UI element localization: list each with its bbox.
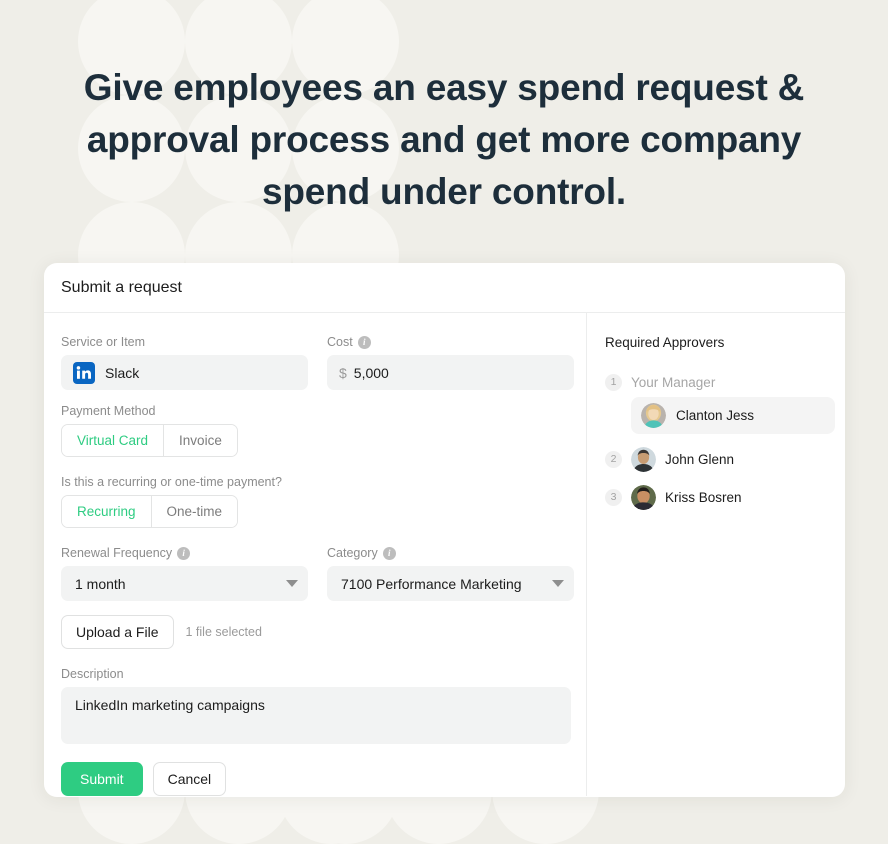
- recurrence-segmented-control: Recurring One-time: [61, 495, 239, 528]
- file-selected-status: 1 file selected: [185, 625, 262, 639]
- cancel-button[interactable]: Cancel: [152, 762, 227, 796]
- approver-row[interactable]: 2 John Glenn: [605, 440, 845, 478]
- approver-name: Kriss Bosren: [665, 489, 742, 505]
- currency-symbol: $: [339, 364, 347, 381]
- renewal-category-row: Renewal Frequency i 1 month Category i 7…: [61, 546, 586, 601]
- payment-method-option-virtual-card[interactable]: Virtual Card: [62, 425, 164, 456]
- description-label: Description: [61, 667, 124, 681]
- submit-request-card: Submit a request Service or Item Slack C…: [44, 263, 845, 797]
- approver-group-1: 1 Your Manager Clanton Jess: [605, 367, 845, 434]
- service-label-wrap: Service or Item: [61, 335, 308, 349]
- cost-label-wrap: Cost i: [327, 335, 574, 349]
- card-header: Submit a request: [44, 263, 845, 313]
- renewal-frequency-select[interactable]: 1 month: [61, 566, 308, 601]
- category-select[interactable]: 7100 Performance Marketing: [327, 566, 574, 601]
- renewal-frequency-label: Renewal Frequency: [61, 546, 173, 560]
- avatar: [631, 484, 656, 510]
- approver-number-badge: 1: [605, 373, 622, 391]
- renewal-frequency-label-wrap: Renewal Frequency i: [61, 546, 308, 560]
- category-group: Category i 7100 Performance Marketing: [327, 546, 574, 601]
- page-title: Give employees an easy spend request & a…: [83, 67, 805, 212]
- caret-down-icon: [552, 580, 564, 587]
- cost-label: Cost: [327, 335, 353, 349]
- hero-section: Give employees an easy spend request & a…: [0, 62, 888, 218]
- approver-row[interactable]: Clanton Jess: [631, 397, 835, 434]
- cost-value: 5,000: [353, 364, 389, 381]
- payment-method-segmented-control: Virtual Card Invoice: [61, 424, 238, 457]
- approver-group-label: Your Manager: [631, 374, 716, 390]
- approvers-title: Required Approvers: [605, 335, 725, 350]
- approvers-column: Required Approvers 1 Your Manager Clanto…: [586, 313, 845, 796]
- service-label: Service or Item: [61, 335, 146, 349]
- service-value: Slack: [105, 364, 140, 381]
- card-title: Submit a request: [61, 278, 182, 296]
- cost-field-group: Cost i $ 5,000: [327, 335, 574, 390]
- approver-number-badge: 3: [605, 488, 622, 506]
- linkedin-icon: [73, 361, 95, 384]
- form-column: Service or Item Slack Cost i $ 5,000 Pay…: [44, 313, 586, 796]
- approver-name: John Glenn: [665, 451, 735, 467]
- service-cost-row: Service or Item Slack Cost i $ 5,000: [61, 335, 586, 390]
- info-icon[interactable]: i: [357, 335, 371, 349]
- payment-method-label-wrap: Payment Method: [61, 404, 586, 418]
- category-value: 7100 Performance Marketing: [341, 575, 522, 592]
- description-textarea[interactable]: LinkedIn marketing campaigns: [61, 687, 571, 744]
- avatar: [641, 403, 666, 428]
- cost-input[interactable]: $ 5,000: [327, 355, 574, 390]
- recurrence-option-one-time[interactable]: One-time: [150, 496, 238, 527]
- recurrence-label-wrap: Is this a recurring or one-time payment?: [61, 475, 586, 489]
- payment-method-label: Payment Method: [61, 404, 156, 418]
- recurrence-label: Is this a recurring or one-time payment?: [61, 475, 282, 489]
- approver-name: Clanton Jess: [676, 408, 755, 423]
- upload-row: Upload a File 1 file selected: [61, 615, 586, 649]
- recurrence-option-recurring[interactable]: Recurring: [62, 496, 151, 527]
- approver-number-badge: 2: [605, 450, 622, 468]
- card-body: Service or Item Slack Cost i $ 5,000 Pay…: [44, 313, 845, 796]
- description-label-wrap: Description: [61, 667, 586, 681]
- avatar: [631, 446, 656, 472]
- info-icon[interactable]: i: [177, 546, 191, 560]
- form-actions: Submit Cancel: [61, 762, 586, 796]
- payment-method-option-invoice[interactable]: Invoice: [163, 425, 237, 456]
- submit-button[interactable]: Submit: [61, 762, 143, 796]
- upload-file-button[interactable]: Upload a File: [61, 615, 174, 649]
- category-label: Category: [327, 546, 378, 560]
- service-field-group: Service or Item Slack: [61, 335, 308, 390]
- service-input[interactable]: Slack: [61, 355, 308, 390]
- renewal-frequency-group: Renewal Frequency i 1 month: [61, 546, 308, 601]
- renewal-frequency-value: 1 month: [75, 575, 126, 592]
- caret-down-icon: [286, 580, 298, 587]
- category-label-wrap: Category i: [327, 546, 574, 560]
- info-icon[interactable]: i: [382, 546, 396, 560]
- approver-1-header: 1 Your Manager: [605, 367, 845, 397]
- approver-row[interactable]: 3 Kriss Bosren: [605, 478, 845, 516]
